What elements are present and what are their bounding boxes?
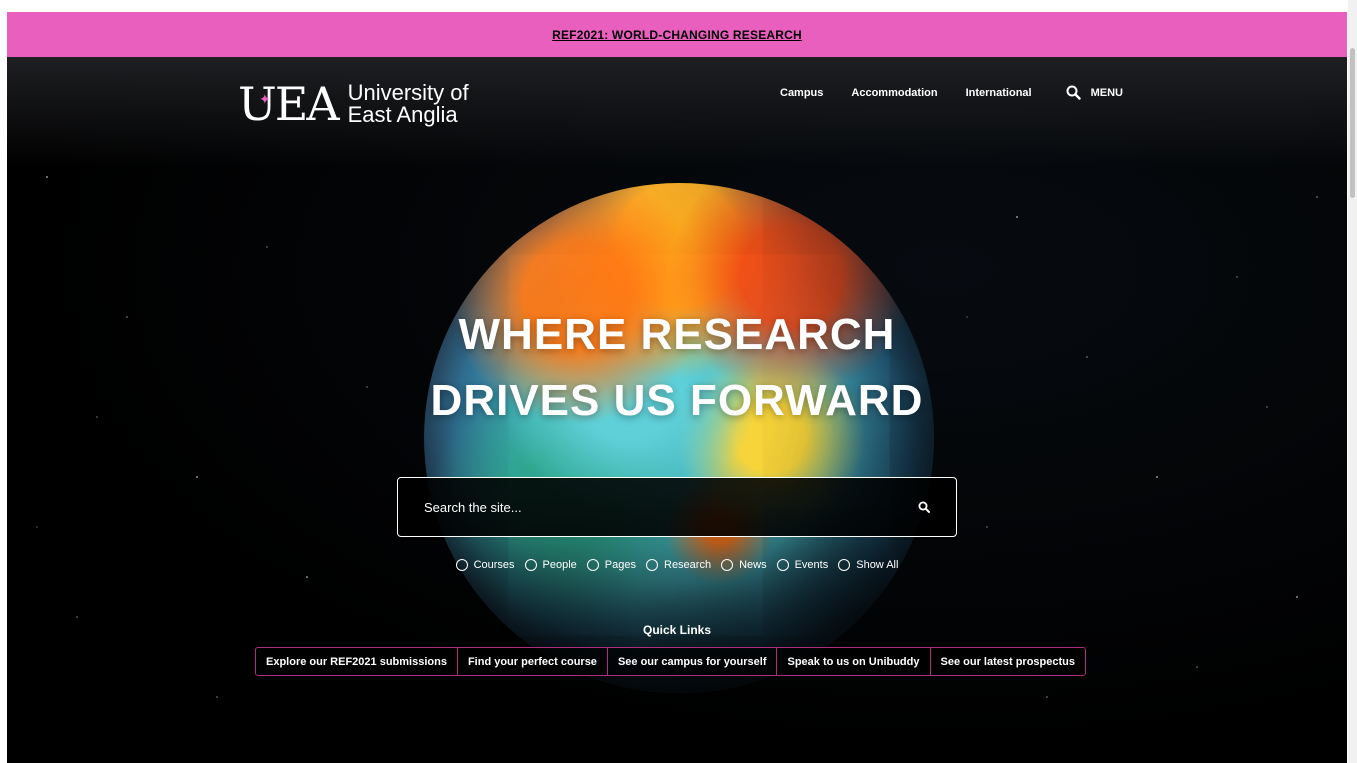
headline-line-1: WHERE RESEARCH [458, 310, 896, 359]
main-nav: Campus Accommodation International MENU [780, 85, 1123, 100]
radio-icon [646, 559, 658, 571]
logo-star-icon: ✦ [259, 92, 271, 108]
ref2021-banner-link[interactable]: REF2021: WORLD-CHANGING RESEARCH [552, 28, 802, 42]
headline-line-2: DRIVES US FORWARD [430, 376, 924, 425]
logo-wordmark: University of East Anglia [348, 82, 469, 126]
filter-pages[interactable]: Pages [586, 559, 636, 571]
site-search-box [397, 477, 957, 537]
quick-links-bar: Explore our REF2021 submissions Find you… [255, 647, 1086, 676]
scrollbar-thumb[interactable] [1350, 48, 1355, 198]
filter-research[interactable]: Research [646, 559, 711, 571]
uea-logo[interactable]: UEA ✦ University of East Anglia [238, 81, 469, 127]
hero-section: UEA ✦ University of East Anglia Campus A… [7, 57, 1347, 763]
nav-international[interactable]: International [966, 87, 1032, 99]
quick-link-prospectus[interactable]: See our latest prospectus [930, 648, 1085, 675]
filter-courses[interactable]: Courses [455, 559, 515, 571]
filter-events[interactable]: Events [776, 559, 828, 571]
earth-globe-image [424, 183, 934, 693]
search-input[interactable] [398, 498, 904, 516]
site-header: UEA ✦ University of East Anglia Campus A… [7, 57, 1347, 147]
logo-line-2: East Anglia [347, 102, 458, 127]
search-icon [1066, 85, 1081, 100]
quick-link-course[interactable]: Find your perfect course [457, 648, 608, 675]
radio-icon [586, 559, 599, 571]
search-menu-button[interactable]: MENU [1066, 85, 1123, 100]
nav-campus[interactable]: Campus [780, 87, 823, 99]
search-submit-button[interactable] [904, 501, 944, 513]
announcement-banner: REF2021: WORLD-CHANGING RESEARCH [7, 12, 1347, 57]
quick-link-ref2021[interactable]: Explore our REF2021 submissions [256, 648, 458, 675]
search-icon [918, 501, 930, 513]
radio-icon [838, 559, 851, 571]
logo-line-1: University of [347, 80, 469, 105]
nav-accommodation[interactable]: Accommodation [851, 87, 937, 99]
radio-icon [776, 559, 789, 571]
logo-mark: UEA ✦ [238, 77, 340, 131]
menu-label: MENU [1090, 86, 1123, 99]
page-scrollbar[interactable] [1348, 0, 1357, 763]
hero-headline: WHERE RESEARCH DRIVES US FORWARD [7, 302, 1347, 434]
browser-viewport: REF2021: WORLD-CHANGING RESEARCH UEA ✦ U… [7, 12, 1347, 763]
quick-link-campus[interactable]: See our campus for yourself [607, 648, 778, 675]
quick-link-unibuddy[interactable]: Speak to us on Unibuddy [777, 648, 931, 675]
filter-people[interactable]: People [524, 559, 577, 571]
radio-icon [524, 559, 537, 571]
quick-links-title: Quick Links [642, 623, 712, 637]
filter-news[interactable]: News [721, 559, 767, 571]
radio-icon [455, 559, 468, 571]
filter-show-all[interactable]: Show All [838, 559, 898, 571]
radio-icon [721, 559, 734, 571]
search-filters: Courses People Pages Research News Event… [7, 559, 1347, 571]
